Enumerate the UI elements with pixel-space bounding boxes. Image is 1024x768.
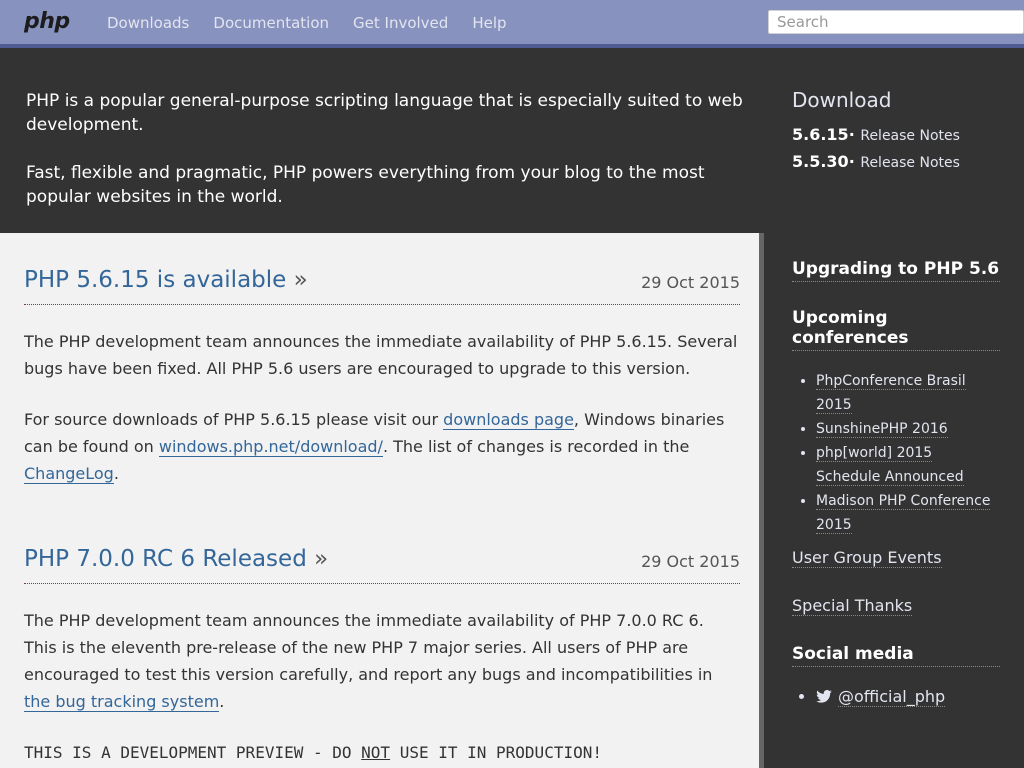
news-title-link[interactable]: PHP 5.6.15 is available » xyxy=(24,267,308,293)
news-header: PHP 7.0.0 RC 6 Released » 29 Oct 2015 xyxy=(24,546,740,584)
twitter-handle: @official_php xyxy=(838,687,946,707)
upgrading-link[interactable]: Upgrading to PHP 5.6 xyxy=(792,259,1000,282)
conferences-list: PhpConference Brasil 2015 SunshinePHP 20… xyxy=(816,369,1000,537)
nav-help[interactable]: Help xyxy=(472,14,506,32)
conference-label: PhpConference Brasil 2015 xyxy=(816,373,966,414)
social-list: @official_php xyxy=(816,687,1000,707)
top-navbar: php Downloads Documentation Get Involved… xyxy=(0,0,1024,48)
conferences-block: Upcoming conferences PhpConference Brasi… xyxy=(792,308,1000,537)
news-body: The PHP development team announces the i… xyxy=(24,328,740,487)
social-block: Social media @official_php xyxy=(792,644,1000,707)
news-paragraph: For source downloads of PHP 5.6.15 pleas… xyxy=(24,406,740,487)
special-thanks-block: Special Thanks xyxy=(792,596,913,616)
main-content: PHP 5.6.15 is available » 29 Oct 2015 Th… xyxy=(0,233,764,768)
text-run: USE IT IN PRODUCTION! xyxy=(390,743,602,762)
bug-tracker-link[interactable]: the bug tracking system xyxy=(24,692,220,712)
release-notes-link[interactable]: Release Notes xyxy=(860,155,960,171)
twitter-icon xyxy=(816,690,832,703)
search-input[interactable] xyxy=(768,10,1024,34)
dev-preview-warning: THIS IS A DEVELOPMENT PREVIEW - DO NOT U… xyxy=(24,739,740,766)
intro-text: PHP is a popular general-purpose scripti… xyxy=(26,89,756,233)
conference-item[interactable]: Madison PHP Conference 2015 xyxy=(816,489,1000,537)
release-separator: · xyxy=(848,152,855,171)
news-paragraph: The PHP development team announces the i… xyxy=(24,332,738,378)
release-separator: · xyxy=(848,125,855,144)
conference-item[interactable]: PhpConference Brasil 2015 xyxy=(816,369,1000,417)
special-thanks-link[interactable]: Special Thanks xyxy=(792,596,913,616)
intro-line-2: Fast, flexible and pragmatic, PHP powers… xyxy=(26,163,705,207)
main-nav: Downloads Documentation Get Involved Hel… xyxy=(107,14,531,32)
intro-line-1: PHP is a popular general-purpose scripti… xyxy=(26,91,743,135)
release-notes-link[interactable]: Release Notes xyxy=(860,128,960,144)
intro-band: PHP is a popular general-purpose scripti… xyxy=(0,52,1024,233)
news-title: PHP 5.6.15 is available xyxy=(24,267,287,293)
text-run: THIS IS A DEVELOPMENT PREVIEW - DO xyxy=(24,743,362,762)
conference-label: Madison PHP Conference 2015 xyxy=(816,493,991,534)
nav-downloads[interactable]: Downloads xyxy=(107,14,189,32)
sidebar: Upgrading to PHP 5.6 Upcoming conference… xyxy=(769,233,1024,768)
news-title-link[interactable]: PHP 7.0.0 RC 6 Released » xyxy=(24,546,328,572)
text-run: For source downloads of PHP 5.6.15 pleas… xyxy=(24,410,444,429)
conference-item[interactable]: php[world] 2015 Schedule Announced xyxy=(816,441,1000,489)
social-heading: Social media xyxy=(792,644,1000,667)
news-date: 29 Oct 2015 xyxy=(641,273,740,292)
release-row: 5.6.15· Release Notes xyxy=(792,122,1012,149)
news-header: PHP 5.6.15 is available » 29 Oct 2015 xyxy=(24,267,740,305)
conference-item[interactable]: SunshinePHP 2016 xyxy=(816,417,1000,441)
news-body: The PHP development team announces the i… xyxy=(24,607,740,766)
user-group-block: User Group Events xyxy=(792,548,942,568)
news-title: PHP 7.0.0 RC 6 Released xyxy=(24,546,307,572)
release-version[interactable]: 5.6.15 xyxy=(792,125,849,144)
changelog-link[interactable]: ChangeLog xyxy=(24,464,114,484)
release-row: 5.5.30· Release Notes xyxy=(792,149,1012,176)
text-run: . xyxy=(219,692,225,711)
raquo: » xyxy=(293,267,308,293)
download-box: Download 5.6.15· Release Notes 5.5.30· R… xyxy=(792,88,1012,176)
windows-download-link[interactable]: windows.php.net/download/ xyxy=(158,437,383,457)
conference-label: SunshinePHP 2016 xyxy=(816,421,948,438)
text-run: . xyxy=(113,464,119,483)
nav-get-involved[interactable]: Get Involved xyxy=(353,14,448,32)
news-entry: PHP 7.0.0 RC 6 Released » 29 Oct 2015 Th… xyxy=(24,546,740,768)
text-run: NOT xyxy=(361,743,391,762)
php-logo[interactable]: php xyxy=(24,9,70,34)
release-version[interactable]: 5.5.30 xyxy=(792,152,849,171)
news-paragraph: The PHP development team announces the i… xyxy=(24,607,740,715)
conference-label: php[world] 2015 Schedule Announced xyxy=(816,445,964,486)
news-entry: PHP 5.6.15 is available » 29 Oct 2015 Th… xyxy=(24,267,740,511)
conferences-heading[interactable]: Upcoming conferences xyxy=(792,308,1000,351)
news-date: 29 Oct 2015 xyxy=(641,552,740,571)
text-run: The PHP development team announces the i… xyxy=(24,611,713,684)
twitter-link[interactable]: @official_php xyxy=(816,687,1000,707)
download-heading: Download xyxy=(792,88,892,112)
raquo: » xyxy=(314,546,329,572)
downloads-page-link[interactable]: downloads page xyxy=(443,410,574,430)
user-group-events-link[interactable]: User Group Events xyxy=(792,548,942,568)
nav-documentation[interactable]: Documentation xyxy=(213,14,329,32)
upgrading-block: Upgrading to PHP 5.6 xyxy=(792,259,1000,282)
text-run: . The list of changes is recorded in the xyxy=(382,437,690,456)
